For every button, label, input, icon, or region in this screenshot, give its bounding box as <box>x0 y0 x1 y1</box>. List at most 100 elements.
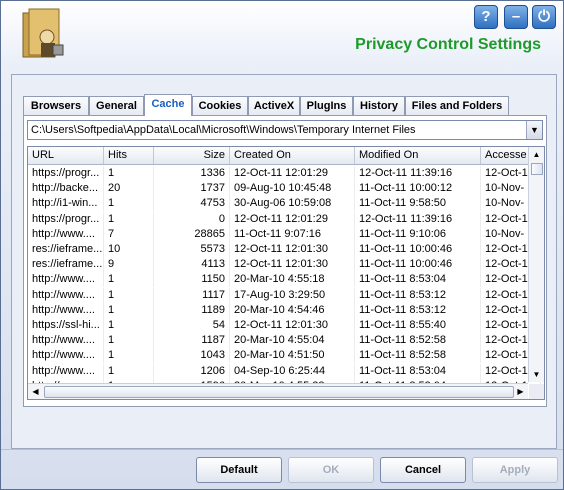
table-cell: 11-Oct-11 9:58:50 <box>355 196 481 212</box>
apply-button[interactable]: Apply <box>472 457 558 483</box>
table-cell: 54 <box>154 318 230 333</box>
vertical-scrollbar[interactable]: ▲ ▼ <box>528 147 544 382</box>
table-cell: 11-Oct-11 8:53:04 <box>355 363 481 379</box>
table-cell: 1187 <box>154 333 230 349</box>
help-button[interactable]: ? <box>474 5 498 29</box>
cancel-button[interactable]: Cancel <box>380 457 466 483</box>
table-row[interactable]: http://i1-win... 1 4753 30-Aug-06 10:59:08 1… <box>28 196 541 212</box>
table-cell: 1 <box>104 272 154 288</box>
table-header: URL Hits Size Created On Modified On Acc… <box>28 147 541 165</box>
main-window: ? – ⏻ Privacy Control Settings Browsers … <box>0 0 564 490</box>
table-cell: 1150 <box>154 272 230 288</box>
horizontal-scrollbar[interactable]: ◀ ▶ <box>28 383 528 399</box>
table-cell: 11-Oct-11 10:00:46 <box>355 257 481 273</box>
column-header-size[interactable]: Size <box>154 147 230 164</box>
tab-general[interactable]: General <box>89 96 144 115</box>
table-cell: 1 <box>104 318 154 333</box>
horizontal-scroll-thumb[interactable] <box>44 386 514 398</box>
table-cell: 11-Oct-11 8:53:12 <box>355 302 481 318</box>
scroll-left-icon[interactable]: ◀ <box>28 384 43 399</box>
table-cell: 5573 <box>154 242 230 257</box>
cache-table: URL Hits Size Created On Modified On Acc… <box>27 146 545 400</box>
scroll-down-icon[interactable]: ▼ <box>529 367 544 382</box>
column-header-hits[interactable]: Hits <box>104 147 154 164</box>
chevron-down-icon[interactable]: ▼ <box>526 121 542 139</box>
power-button[interactable]: ⏻ <box>532 5 556 29</box>
table-cell: 11-Oct-11 10:00:12 <box>355 181 481 197</box>
table-cell: 09-Aug-10 10:45:48 <box>230 181 355 197</box>
table-cell: 20-Mar-10 4:55:04 <box>230 333 355 349</box>
table-cell: 20-Mar-10 4:54:46 <box>230 302 355 318</box>
table-cell: http://www.... <box>28 363 104 379</box>
table-cell: 1 <box>104 196 154 212</box>
table-cell: 11-Oct-11 8:52:58 <box>355 333 481 349</box>
default-button[interactable]: Default <box>196 457 282 483</box>
table-cell: 12-Oct-11 12:01:30 <box>230 318 355 333</box>
table-cell: 11-Oct-11 8:52:58 <box>355 348 481 364</box>
table-cell: 1 <box>104 363 154 379</box>
minimize-icon: – <box>511 8 521 25</box>
table-cell: 20-Mar-10 4:55:18 <box>230 272 355 288</box>
table-cell: 11-Oct-11 10:00:46 <box>355 242 481 257</box>
table-cell: 12-Oct-11 12:01:29 <box>230 211 355 227</box>
table-cell: https://ssl-hi... <box>28 318 104 333</box>
table-row[interactable]: res://ieframe... 9 4113 12-Oct-11 12:01:30 1… <box>28 257 541 273</box>
table-row[interactable]: http://www.... 1 1043 20-Mar-10 4:51:50 11-O… <box>28 348 541 364</box>
table-cell: res://ieframe... <box>28 242 104 257</box>
table-row[interactable]: http://www.... 1 1117 17-Aug-10 3:29:50 11-O… <box>28 287 541 303</box>
table-row[interactable]: https://progr... 1 0 12-Oct-11 12:01:29 12-O… <box>28 211 541 227</box>
tab-browsers[interactable]: Browsers <box>23 96 89 115</box>
table-cell: 17-Aug-10 3:29:50 <box>230 287 355 303</box>
tab-activex[interactable]: ActiveX <box>248 96 300 115</box>
scroll-up-icon[interactable]: ▲ <box>529 147 544 162</box>
table-cell: 1043 <box>154 348 230 364</box>
vertical-scroll-thumb[interactable] <box>531 163 543 175</box>
column-header-modified-on[interactable]: Modified On <box>355 147 481 164</box>
table-cell: http://www.... <box>28 226 104 242</box>
table-cell: 1 <box>104 333 154 349</box>
column-header-url[interactable]: URL <box>28 147 104 164</box>
table-row[interactable]: http://www.... 7 28865 11-Oct-11 9:07:16 11-… <box>28 226 541 242</box>
table-row[interactable]: http://www.... 1 1189 20-Mar-10 4:54:46 11-O… <box>28 302 541 318</box>
table-cell: 12-Oct-11 11:39:16 <box>355 211 481 227</box>
table-cell: 20 <box>104 181 154 197</box>
table-row[interactable]: http://www.... 1 1150 20-Mar-10 4:55:18 11-O… <box>28 272 541 288</box>
table-cell: http://www.... <box>28 272 104 288</box>
tab-cache[interactable]: Cache <box>144 94 192 116</box>
table-row[interactable]: https://ssl-hi... 1 54 12-Oct-11 12:01:30 11… <box>28 318 541 333</box>
tab-files-and-folders[interactable]: Files and Folders <box>405 96 509 115</box>
table-cell: http://www.... <box>28 287 104 303</box>
table-cell: 4753 <box>154 196 230 212</box>
tab-plugins[interactable]: PlugIns <box>300 96 353 115</box>
tab-cookies[interactable]: Cookies <box>192 96 248 115</box>
minimize-button[interactable]: – <box>504 5 528 29</box>
table-cell: 30-Aug-06 10:59:08 <box>230 196 355 212</box>
table-cell: http://www.... <box>28 302 104 318</box>
table-cell: 20-Mar-10 4:51:50 <box>230 348 355 364</box>
table-cell: 1189 <box>154 302 230 318</box>
ok-button[interactable]: OK <box>288 457 374 483</box>
table-row[interactable]: http://backe... 20 1737 09-Aug-10 10:45:48 1… <box>28 181 541 197</box>
table-row[interactable]: res://ieframe... 10 5573 12-Oct-11 12:01:30… <box>28 242 541 257</box>
table-row[interactable]: http://www.... 1 1187 20-Mar-10 4:55:04 11-O… <box>28 333 541 349</box>
column-header-created-on[interactable]: Created On <box>230 147 355 164</box>
table-cell: 4113 <box>154 257 230 273</box>
table-cell: 1 <box>104 302 154 318</box>
table-cell: 1 <box>104 287 154 303</box>
cache-path-value: C:\Users\Softpedia\AppData\Local\Microso… <box>31 124 416 136</box>
scrollbar-corner <box>529 384 544 399</box>
table-cell: 0 <box>154 211 230 227</box>
cache-path-dropdown[interactable]: C:\Users\Softpedia\AppData\Local\Microso… <box>27 120 543 140</box>
table-row[interactable]: http://www.... 1 1206 04-Sep-10 6:25:44 11-O… <box>28 363 541 379</box>
tab-history[interactable]: History <box>353 96 405 115</box>
table-cell: http://backe... <box>28 181 104 197</box>
table-cell: 1 <box>104 166 154 181</box>
table-cell: 1 <box>104 348 154 364</box>
table-cell: 11-Oct-11 8:53:12 <box>355 287 481 303</box>
table-cell: https://progr... <box>28 166 104 181</box>
table-row[interactable]: https://progr... 1 1336 12-Oct-11 12:01:29 1… <box>28 166 541 181</box>
footer-divider <box>1 449 563 450</box>
table-cell: 11-Oct-11 8:53:04 <box>355 272 481 288</box>
scroll-right-icon[interactable]: ▶ <box>513 384 528 399</box>
table-cell: 1336 <box>154 166 230 181</box>
